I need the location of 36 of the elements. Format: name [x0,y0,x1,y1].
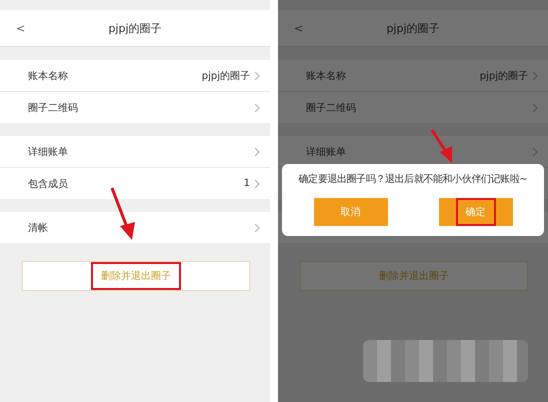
settings-row[interactable]: 圈子二维码 [278,92,548,123]
chevron-right-icon [254,70,260,80]
dialog-button[interactable]: 取消 [314,198,388,226]
settings-row[interactable]: 清帐 [0,212,270,243]
dialog-message: 确定要退出圈子吗？退出后就不能和小伙伴们记账啦~ [298,172,528,186]
back-button[interactable]: < [294,22,304,34]
row-label: 圈子二维码 [28,102,78,114]
settings-row[interactable]: 详细账单 [0,136,270,168]
row-label: 包含成员 [28,178,68,190]
chevron-right-icon [532,146,538,156]
row-label: 账本名称 [306,70,346,82]
annotation-arrow [110,187,135,240]
delete-and-leave-button[interactable]: 删除并退出圈子 [22,261,250,291]
chevron-right-icon [532,102,538,112]
chevron-right-icon [532,70,538,80]
page-title: pjpj的圈子 [108,22,162,34]
row-label: 清帐 [28,222,48,234]
row-label: 账本名称 [28,70,68,82]
row-value: pjpj的圈子 [480,70,528,82]
chevron-right-icon [254,102,260,112]
settings-row[interactable]: 账本名称 pjpj的圈子 [278,60,548,92]
chevron-right-icon [254,178,260,188]
dialog-button[interactable]: 确定 [438,198,512,226]
settings-row[interactable]: 账本名称 pjpj的圈子 [0,60,270,92]
annotation-arrow [430,129,452,163]
row-value: 1 [244,178,250,189]
row-label: 详细账单 [28,146,68,158]
settings-row[interactable]: 圈子二维码 [0,92,270,123]
page-title: pjpj的圈子 [386,22,440,34]
row-label: 详细账单 [306,146,346,158]
row-value: pjpj的圈子 [202,70,250,82]
chevron-right-icon [254,222,260,232]
chevron-right-icon [254,146,260,156]
row-label: 圈子二维码 [306,102,356,114]
settings-row[interactable]: 包含成员 1 [0,168,270,199]
back-button[interactable]: < [16,22,26,34]
